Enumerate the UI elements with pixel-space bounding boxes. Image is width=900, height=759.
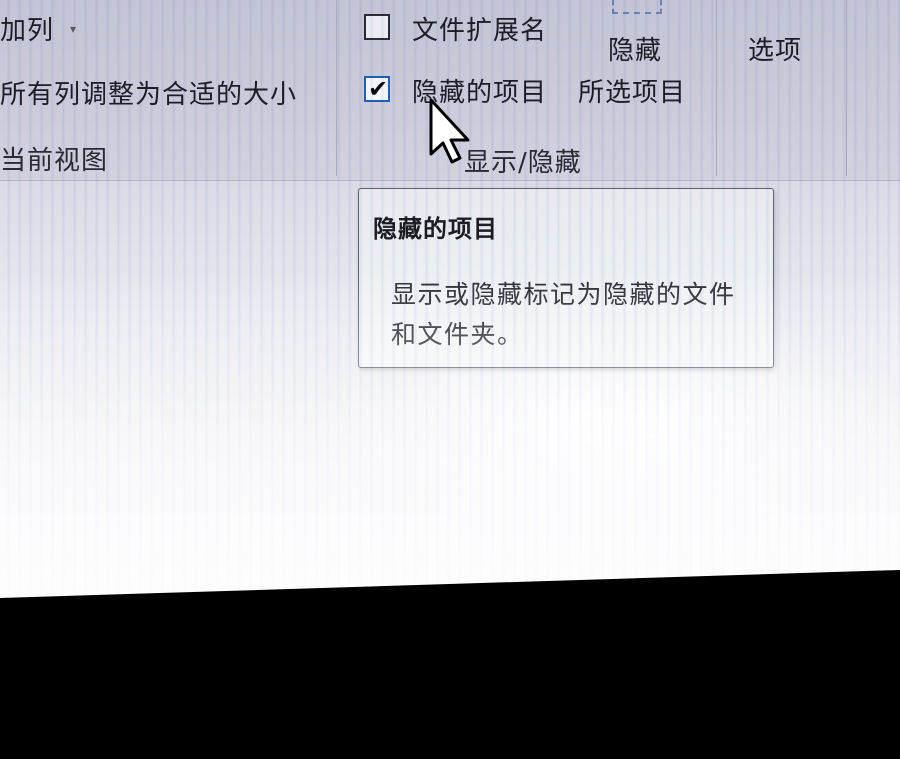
show-hide-group-label: 显示/隐藏 (464, 148, 582, 178)
chevron-down-icon[interactable]: ▾ (70, 22, 76, 36)
size-all-columns-button[interactable]: 所有列调整为合适的大小 (0, 74, 297, 111)
current-view-group-label: 当前视图 (0, 146, 109, 176)
add-column-button[interactable]: 加列 (0, 10, 54, 47)
screen-surface: 加列 ▾ 所有列调整为合适的大小 当前视图 文件扩展名 ✔ 隐藏的项目 隐藏 所… (0, 0, 900, 598)
options-button[interactable]: 选项 (748, 30, 802, 67)
file-extensions-checkbox[interactable] (364, 14, 390, 40)
hide-selected-icon[interactable] (612, 0, 662, 14)
group-divider (336, 0, 337, 176)
group-divider (716, 0, 717, 176)
hide-selected-label-bottom[interactable]: 所选项目 (578, 72, 686, 109)
mouse-pointer-icon (429, 98, 470, 164)
tooltip-title: 隐藏的项目 (373, 215, 498, 243)
hide-selected-label-top[interactable]: 隐藏 (608, 30, 662, 67)
group-divider (846, 0, 847, 176)
file-extensions-label[interactable]: 文件扩展名 (412, 10, 547, 47)
hidden-items-checkbox[interactable]: ✔ (364, 75, 390, 103)
photo-stage: 加列 ▾ 所有列调整为合适的大小 当前视图 文件扩展名 ✔ 隐藏的项目 隐藏 所… (0, 0, 900, 759)
tooltip-description: 显示或隐藏标记为隐藏的文件和文件夹。 (391, 280, 736, 349)
checkmark-icon: ✔ (368, 75, 389, 103)
hidden-items-tooltip: 隐藏的项目 显示或隐藏标记为隐藏的文件和文件夹。 (358, 188, 774, 368)
